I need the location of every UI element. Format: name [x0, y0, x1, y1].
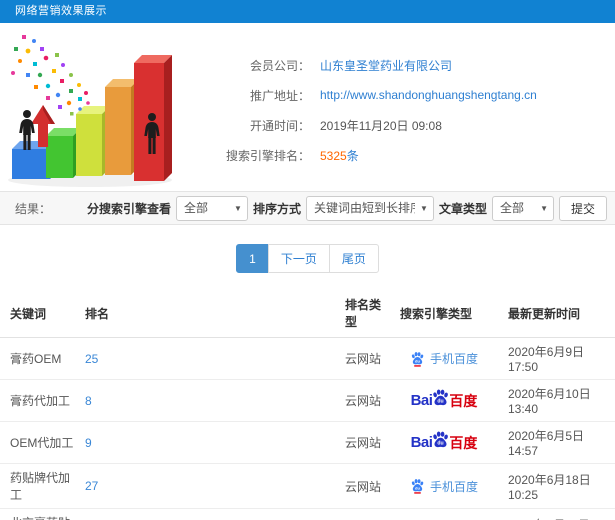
table-row: 药贴牌代加工 27 云网站 du 手机百度 2020年6月18日 10:25: [0, 463, 615, 509]
table-row: 膏药代加工 8 云网站 Bai du 百度 2020年6月10日 13:40: [0, 379, 615, 422]
engine-type-cell: du 手机百度: [390, 463, 498, 509]
engine-type-cell: Bai du 百度: [390, 508, 498, 520]
next-page-button[interactable]: 下一页: [267, 244, 330, 273]
baidu-logo: Bai du 百度: [410, 388, 478, 413]
filter-bar: 结果： 分搜索引擎查看 全部 ▼ 排序方式 关键词由短到长排序 ▼ 文章类型 全…: [0, 191, 615, 225]
baidu-logo: Bai du 百度: [410, 430, 478, 455]
rank-type-cell: 云网站: [335, 463, 390, 509]
updated-time-cell: 2020年6月5日 14:57: [498, 421, 615, 464]
col-header-updated: 最新更新时间: [498, 289, 615, 338]
engine-type-cell: du 手机百度: [390, 337, 498, 380]
last-page-button[interactable]: 尾页: [328, 244, 379, 273]
keyword-cell: 膏药代加工: [0, 379, 75, 422]
mobile-baidu-label: 手机百度: [429, 352, 478, 366]
updated-time-cell: 2020年6月10日 13:40: [498, 379, 615, 422]
page-title: 网络营销效果展示: [0, 0, 615, 23]
updated-time-cell: 2020年6月18日 10:25: [498, 463, 615, 509]
col-header-engine-type: 搜索引擎类型: [390, 289, 498, 338]
baidu-logo-du-text: 百度: [449, 434, 478, 451]
article-type-label: 文章类型: [438, 201, 487, 216]
growth-chart-image: [8, 35, 172, 187]
table-row: 北京膏药贴牌 1 云网站 Bai du 百度 2020年6月11日 11:18: [0, 508, 615, 520]
rank-type-cell: 云网站: [335, 421, 390, 464]
rank-cell[interactable]: 25: [75, 337, 335, 380]
info-fields: 会员公司： 山东皇圣堂药业有限公司 推广地址： http://www.shand…: [192, 55, 615, 164]
submit-button[interactable]: 提交: [558, 195, 607, 221]
opened-time-value: 2019年11月20日 09:08: [320, 118, 442, 133]
filter-controls: 分搜索引擎查看 全部 ▼ 排序方式 关键词由短到长排序 ▼ 文章类型 全部 ▼ …: [86, 195, 607, 221]
keyword-cell: 膏药OEM: [0, 337, 75, 380]
engine-filter-wrap: 全部 ▼: [175, 195, 248, 221]
engine-rank-count-field: 搜索引擎排名： 5325条: [192, 147, 615, 164]
svg-text:du: du: [438, 441, 444, 447]
baidu-logo-bai-text: Bai: [410, 392, 433, 409]
rank-cell[interactable]: 8: [75, 379, 335, 422]
baidu-paw-icon: du: [433, 431, 449, 448]
results-table: 关键词 排名 排名类型 搜索引擎类型 最新更新时间 膏药OEM 25 云网站 d…: [0, 289, 615, 520]
promo-url-label: 推广地址：: [249, 88, 310, 103]
baidu-logo-du-text: 百度: [449, 392, 478, 409]
sort-filter-label: 排序方式: [252, 201, 301, 216]
engine-type-cell: Bai du 百度: [390, 379, 498, 422]
mobile-baidu-badge: du 手机百度: [410, 350, 478, 367]
page-title-text: 网络营销效果展示: [15, 5, 107, 17]
col-header-rank-type: 排名类型: [335, 289, 390, 338]
engine-rank-count-value: 5325条: [320, 147, 359, 164]
keyword-cell: 北京膏药贴牌: [0, 508, 75, 520]
updated-time-cell: 2020年6月9日 17:50: [498, 337, 615, 380]
promo-url-link[interactable]: http://www.shandonghuangshengtang.cn: [320, 88, 537, 102]
article-type-select[interactable]: 全部: [491, 195, 554, 221]
sort-filter-wrap: 关键词由短到长排序 ▼: [305, 195, 434, 221]
table-row: OEM代加工 9 云网站 Bai du 百度 2020年6月5日 14:57: [0, 421, 615, 464]
confetti-dots: [11, 35, 90, 116]
info-section: 会员公司： 山东皇圣堂药业有限公司 推广地址： http://www.shand…: [0, 23, 615, 191]
results-table-body: 膏药OEM 25 云网站 du 手机百度 2020年6月9日 17:50 膏药代…: [0, 337, 615, 520]
page-1-button[interactable]: 1: [236, 244, 269, 273]
opened-time-label: 开通时间：: [249, 118, 310, 133]
rank-type-cell: 云网站: [335, 379, 390, 422]
svg-text:du: du: [438, 399, 444, 405]
keyword-cell: OEM代加工: [0, 421, 75, 464]
article-type-wrap: 全部 ▼: [491, 195, 554, 221]
result-label: 结果：: [15, 201, 52, 216]
svg-text:du: du: [415, 358, 420, 363]
opened-time-field: 开通时间： 2019年11月20日 09:08: [192, 117, 615, 134]
svg-text:du: du: [415, 485, 420, 490]
company-link[interactable]: 山东皇圣堂药业有限公司: [320, 57, 452, 74]
rank-cell[interactable]: 27: [75, 463, 335, 509]
baidu-paw-icon: du: [433, 389, 449, 406]
pagination: 1 下一页 尾页: [0, 225, 615, 289]
keyword-cell: 药贴牌代加工: [0, 463, 75, 509]
company-label: 会员公司：: [249, 58, 310, 73]
table-row: 膏药OEM 25 云网站 du 手机百度 2020年6月9日 17:50: [0, 337, 615, 380]
rank-count-number: 5325: [320, 148, 347, 163]
mobile-baidu-label: 手机百度: [429, 479, 478, 494]
promo-url-field: 推广地址： http://www.shandonghuangshengtang.…: [192, 87, 615, 104]
engine-rank-count-label: 搜索引擎排名：: [225, 148, 310, 163]
baidu-paw-icon: du: [411, 479, 424, 494]
col-header-rank: 排名: [75, 289, 335, 338]
mobile-baidu-badge: du 手机百度: [410, 478, 478, 495]
rank-cell[interactable]: 9: [75, 421, 335, 464]
engine-filter-label: 分搜索引擎查看: [86, 201, 171, 216]
sort-filter-select[interactable]: 关键词由短到长排序: [305, 195, 434, 221]
rank-count-unit: 条: [346, 148, 359, 163]
updated-time-cell: 2020年6月11日 11:18: [498, 508, 615, 520]
table-header-row: 关键词 排名 排名类型 搜索引擎类型 最新更新时间: [0, 289, 615, 338]
col-header-keyword: 关键词: [0, 289, 75, 338]
engine-type-cell: Bai du 百度: [390, 421, 498, 464]
company-field: 会员公司： 山东皇圣堂药业有限公司: [192, 57, 615, 74]
rank-type-cell: 云网站: [335, 508, 390, 520]
rank-cell[interactable]: 1: [75, 508, 335, 520]
baidu-paw-icon: du: [411, 351, 424, 367]
rank-type-cell: 云网站: [335, 337, 390, 380]
engine-filter-select[interactable]: 全部: [175, 195, 248, 221]
baidu-logo-bai-text: Bai: [410, 434, 433, 451]
